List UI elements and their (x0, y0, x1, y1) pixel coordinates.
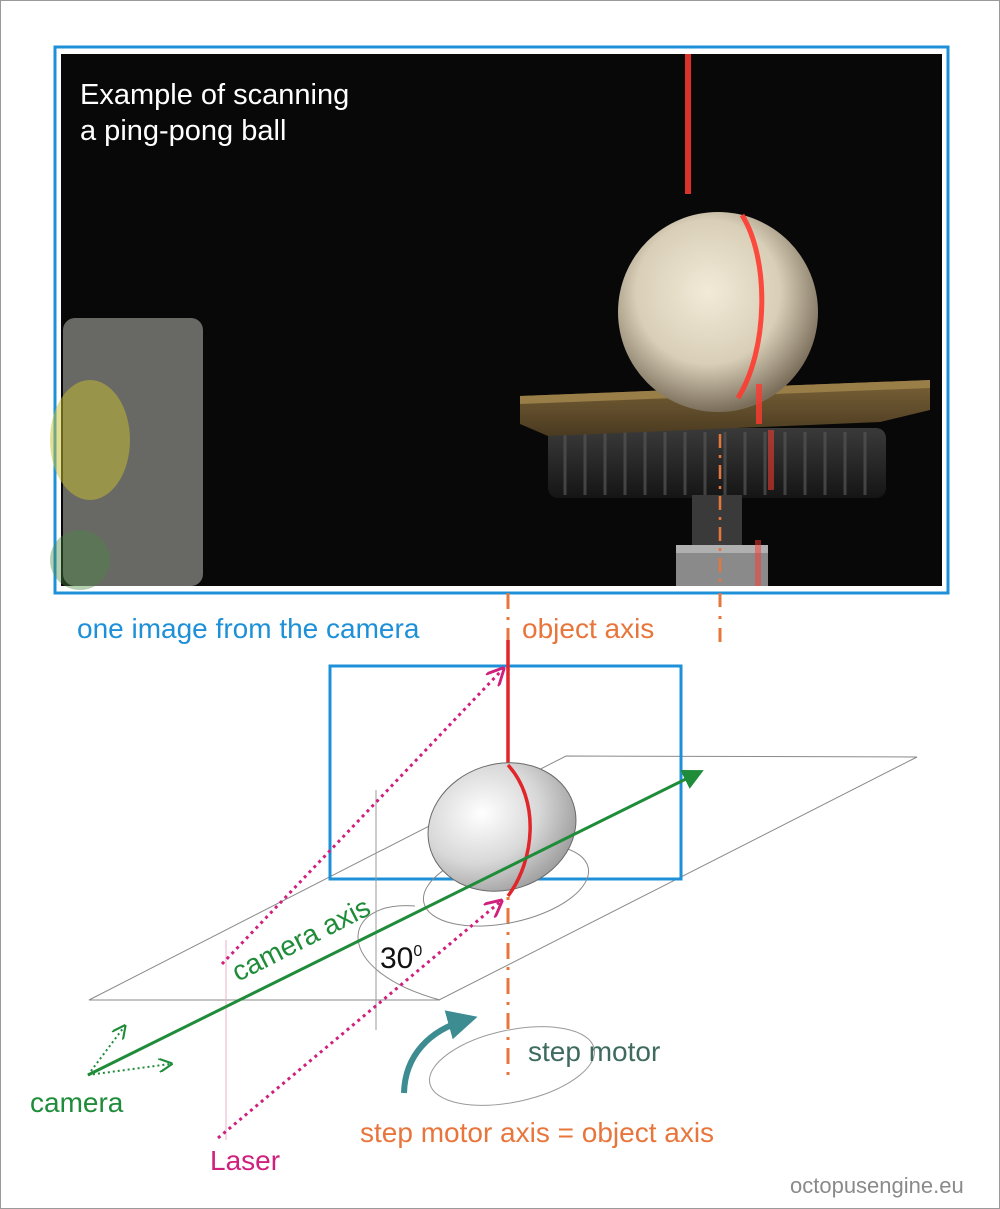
object-axis-label: object axis (522, 613, 654, 644)
camera-image-label: one image from the camera (77, 613, 420, 644)
camera-axis-label: camera axis (227, 891, 376, 987)
camera-label: camera (30, 1087, 124, 1118)
camera-axis-arrow (87, 770, 704, 1077)
photo-caption-line2: a ping-pong ball (80, 115, 286, 147)
turntable-gear (548, 428, 886, 498)
camera-photo: Example of scanning a ping-pong ball (50, 45, 950, 595)
photo-caption-line1: Example of scanning (80, 79, 349, 111)
motor-shaft (692, 495, 742, 545)
watermark: octopusengine.eu (790, 1173, 964, 1198)
scanner-diagram: Example of scanning a ping-pong ball one… (0, 0, 1000, 1209)
ping-pong-ball (618, 212, 818, 412)
rotation-arrow-icon (401, 1010, 478, 1094)
step-motor-label: step motor (528, 1036, 660, 1067)
scanned-object (427, 762, 577, 892)
laser-line-photo (685, 54, 691, 194)
laser-label: Laser (210, 1145, 280, 1176)
angle-label: 300 (380, 942, 422, 975)
step-motor-axis-label: step motor axis = object axis (360, 1117, 714, 1148)
angle-unit: 0 (413, 943, 422, 960)
camera-dir-up (87, 1027, 124, 1076)
angle-value: 30 (380, 942, 413, 975)
